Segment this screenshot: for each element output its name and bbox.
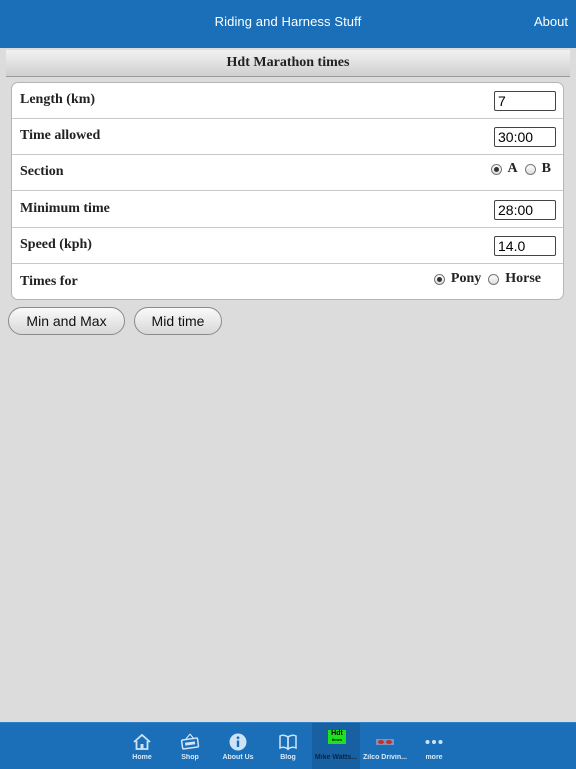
times-for-row: Times for Pony Horse bbox=[12, 265, 563, 299]
speed-input[interactable] bbox=[494, 236, 556, 256]
section-b-label: B bbox=[541, 161, 551, 176]
times-for-label: Times for bbox=[20, 274, 78, 289]
minimum-time-label: Minimum time bbox=[20, 201, 110, 216]
shop-icon bbox=[180, 733, 200, 750]
times-for-radio-group: Pony Horse bbox=[433, 271, 541, 287]
tab-home[interactable]: Home bbox=[118, 723, 166, 769]
hdt-icon: Hdt times bbox=[328, 730, 346, 744]
mid-time-button[interactable]: Mid time bbox=[134, 307, 222, 335]
minimum-time-input[interactable] bbox=[494, 200, 556, 220]
app-title: Riding and Harness Stuff bbox=[214, 14, 362, 29]
about-button[interactable]: About bbox=[534, 14, 568, 29]
marathon-form: Length (km) Time allowed Section A B Min… bbox=[11, 82, 564, 300]
section-a-label: A bbox=[507, 161, 518, 176]
top-bar: Riding and Harness Stuff About bbox=[0, 0, 576, 48]
section-a-radio[interactable] bbox=[490, 163, 502, 175]
info-icon bbox=[229, 733, 247, 751]
tab-blog[interactable]: Blog bbox=[264, 723, 312, 769]
time-allowed-input[interactable] bbox=[494, 127, 556, 147]
hdt-icon-text: Hdt bbox=[331, 730, 343, 737]
book-icon bbox=[279, 734, 297, 751]
length-row: Length (km) bbox=[12, 83, 563, 119]
section-b-radio[interactable] bbox=[524, 163, 536, 175]
tab-bar: Home Shop About Us Blog Hdt times Mike W… bbox=[0, 722, 576, 769]
time-allowed-row: Time allowed bbox=[12, 119, 563, 155]
section-radio-group: A B bbox=[490, 161, 551, 177]
min-max-button[interactable]: Min and Max bbox=[8, 307, 125, 335]
pony-radio[interactable] bbox=[433, 273, 445, 285]
tab-more-label: more bbox=[425, 754, 443, 761]
tab-shop[interactable]: Shop bbox=[166, 723, 214, 769]
speed-row: Speed (kph) bbox=[12, 228, 563, 264]
time-allowed-label: Time allowed bbox=[20, 128, 101, 143]
length-input[interactable] bbox=[494, 91, 556, 111]
section-label: Section bbox=[20, 164, 64, 179]
length-label: Length (km) bbox=[20, 92, 96, 107]
tab-about-us[interactable]: About Us bbox=[214, 723, 262, 769]
pony-label: Pony bbox=[450, 271, 482, 286]
home-icon bbox=[133, 733, 151, 750]
hdt-icon-subtext: times bbox=[331, 737, 343, 742]
more-icon bbox=[425, 740, 443, 744]
section-row: Section A B bbox=[12, 155, 563, 191]
section-title: Hdt Marathon times bbox=[6, 50, 570, 77]
tab-zilco[interactable]: Zilco Drivin... bbox=[361, 723, 409, 769]
tab-mike-watts[interactable]: Hdt times Mike Watts... bbox=[312, 723, 360, 769]
zilco-icon bbox=[376, 739, 394, 745]
tab-more[interactable]: more bbox=[410, 723, 458, 769]
speed-label: Speed (kph) bbox=[20, 237, 92, 252]
horse-label: Horse bbox=[505, 271, 541, 286]
horse-radio[interactable] bbox=[488, 273, 500, 285]
minimum-time-row: Minimum time bbox=[12, 192, 563, 228]
